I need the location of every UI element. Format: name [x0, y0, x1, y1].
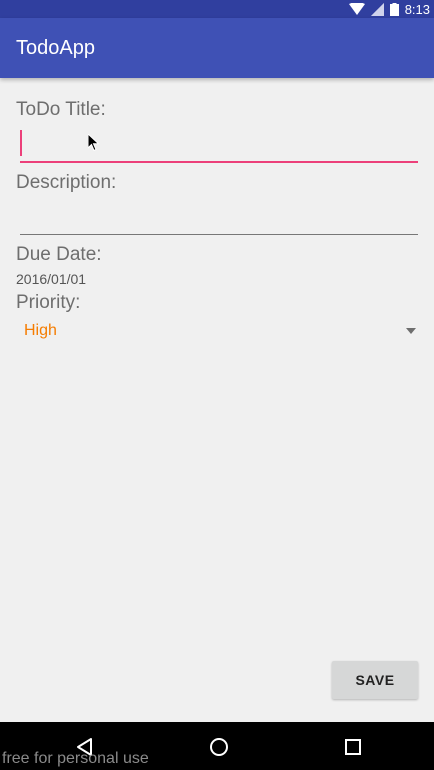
status-time: 8:13	[404, 1, 430, 17]
todo-title-field[interactable]	[20, 123, 418, 163]
todo-title-underline	[20, 161, 418, 163]
description-underline	[20, 234, 418, 235]
screen: 8:13 TodoApp ToDo Title: Description: Du…	[0, 0, 434, 770]
todo-title-label: ToDo Title:	[16, 99, 106, 120]
battery-icon	[389, 2, 399, 16]
mouse-pointer-icon	[87, 132, 100, 157]
dropdown-arrow-icon	[406, 328, 416, 334]
description-label: Description:	[16, 172, 117, 193]
todo-title-input[interactable]	[20, 123, 418, 161]
save-button[interactable]: SAVE	[332, 661, 418, 699]
status-bar: 8:13	[0, 0, 434, 18]
home-icon[interactable]	[208, 736, 230, 758]
signal-icon	[370, 2, 384, 16]
watermark-text: free for personal use	[2, 750, 149, 767]
priority-selected-value: High	[24, 322, 57, 339]
priority-spinner[interactable]: High	[16, 318, 418, 344]
description-field[interactable]	[20, 195, 418, 235]
app-title: TodoApp	[16, 36, 95, 59]
text-cursor	[20, 130, 22, 156]
recents-icon[interactable]	[342, 736, 364, 758]
description-input[interactable]	[20, 195, 418, 233]
priority-label: Priority:	[16, 292, 81, 313]
due-date-value[interactable]: 2016/01/01	[16, 271, 86, 287]
app-bar: TodoApp	[0, 18, 434, 78]
due-date-label: Due Date:	[16, 244, 102, 265]
wifi-icon	[348, 3, 365, 15]
